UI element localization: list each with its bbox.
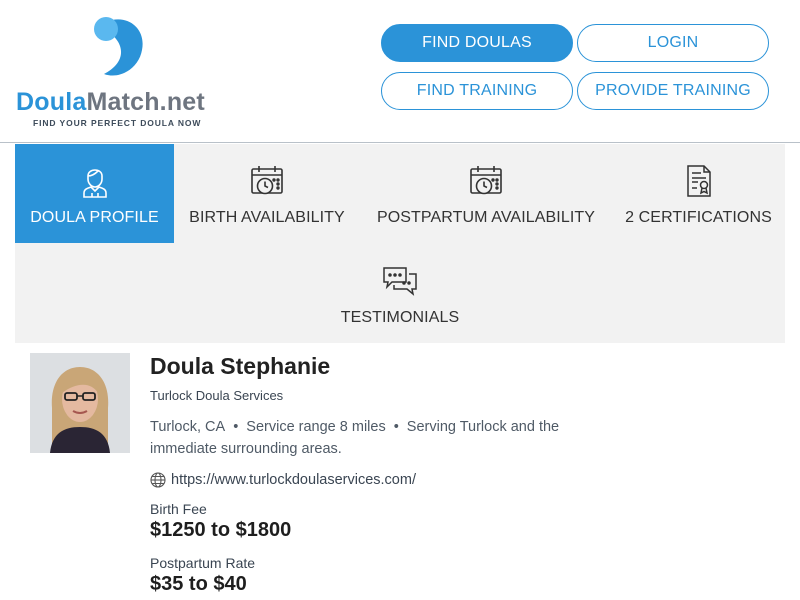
tab-doula-profile[interactable]: DOULA PROFILE <box>15 144 174 243</box>
tab-testimonials-label: TESTIMONIALS <box>340 309 460 326</box>
logo-rest-text: Match.net <box>86 88 205 116</box>
globe-icon <box>150 472 166 488</box>
logo-mark-icon <box>94 17 143 76</box>
calendar-clock-icon <box>247 162 287 200</box>
find-doulas-button[interactable]: FIND DOULAS <box>381 24 573 62</box>
website-link[interactable]: https://www.turlockdoulaservices.com/ <box>150 472 416 488</box>
site-header: DoulaMatch.net FIND YOUR PERFECT DOULA N… <box>0 0 800 143</box>
tab-certifications-label: 2 CERTIFICATIONS <box>625 209 772 226</box>
doula-person-icon <box>75 162 115 200</box>
site-logo[interactable]: DoulaMatch.net FIND YOUR PERFECT DOULA N… <box>16 10 226 135</box>
doula-company: Turlock Doula Services <box>150 388 284 403</box>
tab-certifications[interactable]: 2 CERTIFICATIONS <box>612 144 785 243</box>
tab-postpartum-availability-label: POSTPARTUM AVAILABILITY <box>376 209 596 226</box>
tab-birth-availability-label: BIRTH AVAILABILITY <box>189 209 345 226</box>
profile-photo <box>30 353 130 453</box>
postpartum-rate-value: $35 to $40 <box>150 573 247 595</box>
tab-postpartum-availability[interactable]: POSTPARTUM AVAILABILITY <box>360 144 612 243</box>
chat-bubbles-icon <box>380 262 420 300</box>
logo-wordmark: DoulaMatch.net <box>16 88 205 117</box>
tab-birth-availability[interactable]: BIRTH AVAILABILITY <box>174 144 360 243</box>
birth-fee-label: Birth Fee <box>150 501 207 517</box>
tab-doula-profile-label: DOULA PROFILE <box>30 209 159 226</box>
logo-brand-text: Doula <box>16 88 87 116</box>
certificate-icon <box>679 162 719 200</box>
doula-name: Doula Stephanie <box>150 353 331 379</box>
find-training-button[interactable]: FIND TRAINING <box>381 72 573 110</box>
separator-dot: • <box>233 419 239 435</box>
tab-testimonials[interactable]: TESTIMONIALS <box>315 244 485 343</box>
provide-training-button[interactable]: PROVIDE TRAINING <box>577 72 769 110</box>
login-button[interactable]: LOGIN <box>577 24 769 62</box>
calendar-clock-icon <box>466 162 506 200</box>
logo-tagline: FIND YOUR PERFECT DOULA NOW <box>33 118 202 128</box>
website-url[interactable]: https://www.turlockdoulaservices.com/ <box>171 472 416 488</box>
birth-fee-value: $1250 to $1800 <box>150 519 292 541</box>
doula-city: Turlock, CA <box>150 419 226 435</box>
service-area: Turlock, CA • Service range 8 miles • Servin… <box>150 416 590 460</box>
service-range: Service range 8 miles <box>246 419 386 435</box>
separator-dot: • <box>393 419 399 435</box>
postpartum-rate-label: Postpartum Rate <box>150 555 256 571</box>
profile-tabs: DOULA PROFILE BIRTH AVAILABILITY POSTPAR… <box>15 144 785 343</box>
